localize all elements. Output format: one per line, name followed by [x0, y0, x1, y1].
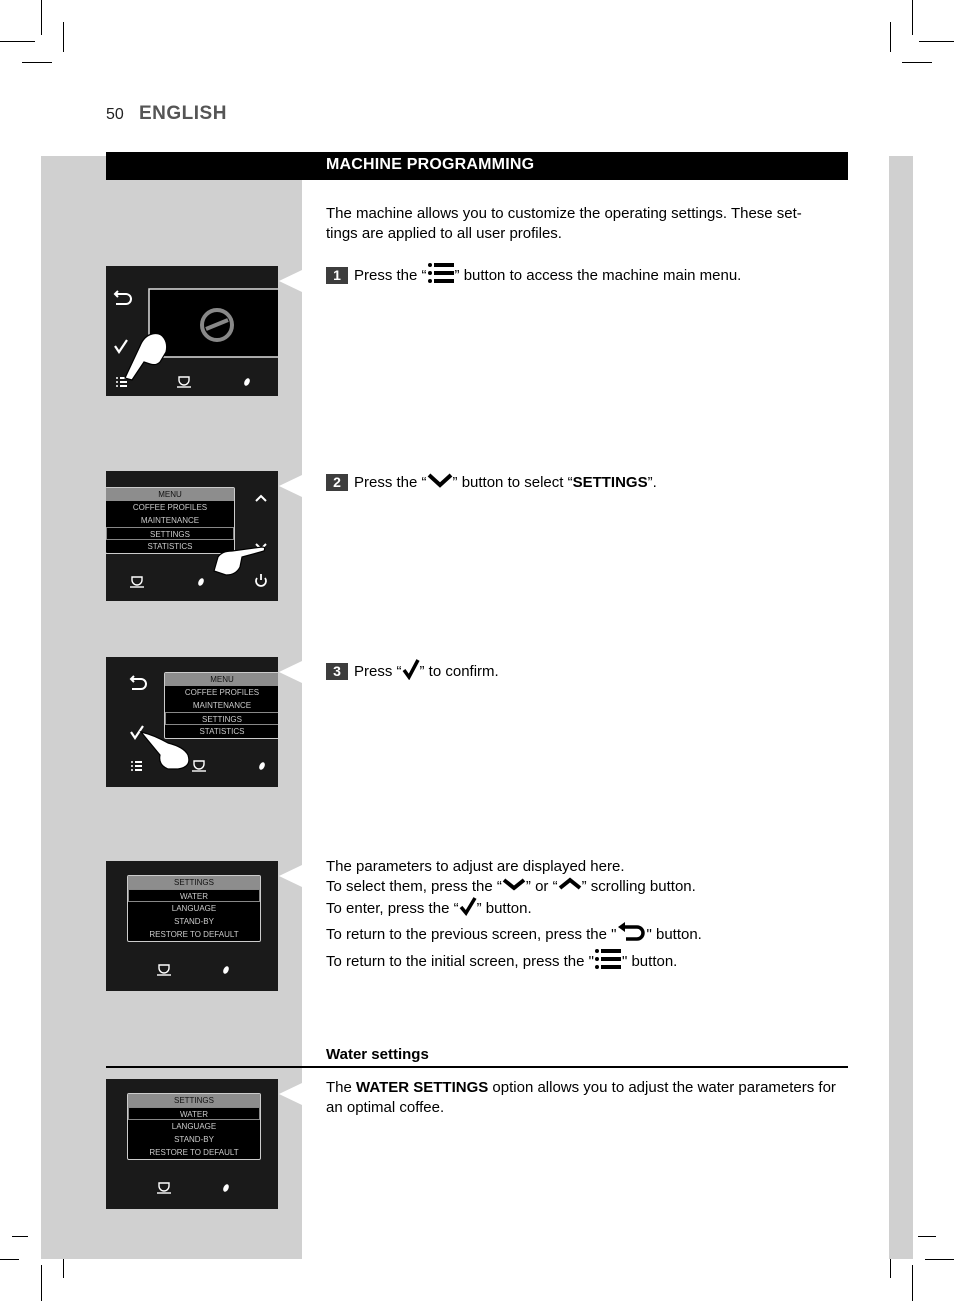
chevron-up-icon — [558, 877, 582, 897]
menu-list-icon — [594, 948, 622, 976]
callout-pointer — [279, 1083, 302, 1105]
crop-mark — [918, 1236, 936, 1237]
crop-mark — [890, 22, 891, 52]
crop-mark — [902, 62, 932, 63]
callout-pointer — [279, 270, 302, 292]
crop-mark — [12, 1236, 28, 1237]
step-2: 2 Press the “” button to select “SETTINGS… — [326, 472, 657, 494]
coffee-cup-icon — [157, 964, 171, 976]
crop-mark — [41, 1265, 42, 1301]
back-icon — [113, 290, 132, 305]
step-3: 3 Press “” to confirm. — [326, 658, 499, 686]
chevron-down-icon — [502, 877, 526, 897]
crop-mark — [63, 22, 64, 52]
screen-main-illustration — [113, 288, 278, 388]
crop-mark — [0, 41, 35, 42]
back-icon — [129, 675, 147, 690]
screen-settings: SETTINGS WATER LANGUAGE STAND-BY RESTORE… — [106, 861, 278, 991]
callout-pointer — [279, 475, 302, 497]
section-header: MACHINE PROGRAMMING — [106, 152, 848, 180]
crop-mark — [0, 1259, 19, 1260]
coffee-cup-icon — [192, 760, 206, 772]
divider — [106, 1066, 848, 1068]
intro-text: The machine allows you to customize the … — [326, 205, 802, 242]
hand-pointer-icon — [213, 546, 266, 576]
step-number: 1 — [326, 266, 348, 284]
hand-pointer-icon — [139, 731, 190, 770]
page-number: 50 — [106, 106, 124, 123]
crop-mark — [22, 62, 52, 63]
callout-pointer — [279, 865, 302, 887]
screen-main — [106, 266, 278, 396]
callout-pointer — [279, 661, 302, 683]
coffee-bean-icon — [198, 578, 204, 586]
coffee-cup-icon — [130, 576, 144, 588]
screen-settings-water: SETTINGS WATER LANGUAGE STAND-BY RESTORE… — [106, 1079, 278, 1209]
power-icon — [255, 574, 267, 587]
coffee-cup-icon — [157, 1182, 171, 1194]
check-icon — [402, 658, 420, 686]
crop-mark — [919, 41, 954, 42]
crop-mark — [41, 0, 42, 35]
water-settings-text: The WATER SETTINGS option allows you to … — [326, 1079, 836, 1116]
chevron-up-icon — [255, 494, 267, 502]
step-number: 3 — [326, 662, 348, 680]
edge-tab — [889, 156, 913, 1259]
menu-list-icon — [131, 761, 142, 771]
crop-mark — [912, 1265, 913, 1301]
crop-mark — [925, 1259, 954, 1260]
coffee-bean-icon — [223, 1184, 229, 1192]
section-title: MACHINE PROGRAMMING — [326, 156, 535, 173]
chevron-down-icon — [427, 472, 453, 494]
coffee-cup-icon — [177, 376, 191, 388]
crop-mark — [912, 0, 913, 35]
parameters-help: The parameters to adjust are displayed h… — [326, 857, 702, 975]
screen-menu: MENU COFFEE PROFILES MAINTENANCE SETTING… — [106, 471, 278, 601]
hand-pointer-icon — [124, 332, 168, 381]
back-icon — [616, 922, 646, 948]
step-number: 2 — [326, 473, 348, 491]
coffee-bean-icon — [259, 762, 265, 770]
language-label: ENGLISH — [139, 103, 227, 124]
step-1: 1 Press the “” button to access the machi… — [326, 262, 741, 290]
coffee-bean-icon — [223, 966, 229, 974]
coffee-bean-icon — [244, 378, 250, 386]
check-icon — [459, 896, 477, 922]
check-icon — [114, 339, 128, 354]
screen-menu-confirm: MENU COFFEE PROFILES MAINTENANCE SETTING… — [106, 657, 278, 787]
water-settings-heading: Water settings — [326, 1046, 429, 1063]
menu-list-icon — [427, 262, 455, 290]
